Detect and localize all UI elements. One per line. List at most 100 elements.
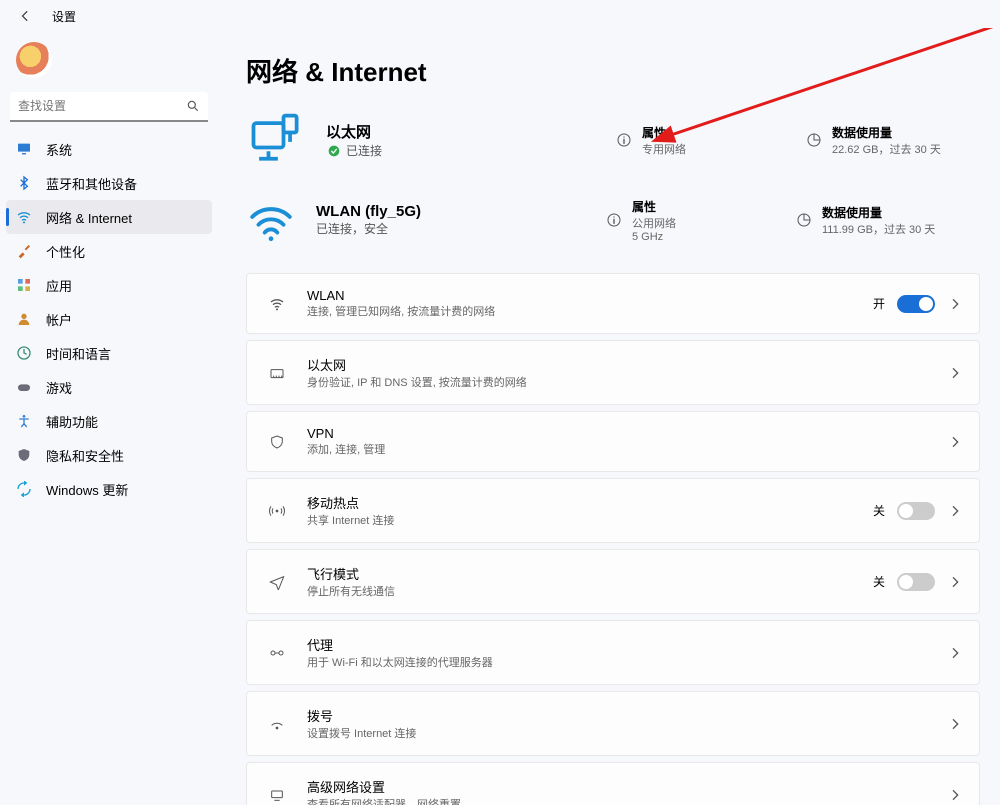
sidebar-item-5[interactable]: 帐户 bbox=[6, 302, 212, 336]
sidebar-item-label: 个性化 bbox=[46, 242, 85, 261]
sidebar-item-label: 帐户 bbox=[46, 310, 72, 329]
sidebar-item-6[interactable]: 时间和语言 bbox=[6, 336, 212, 370]
row-title: 以太网 bbox=[307, 355, 947, 374]
chevron-right-icon bbox=[947, 574, 963, 590]
titlebar: 设置 bbox=[0, 0, 1000, 28]
settings-row-4[interactable]: 飞行模式 停止所有无线通信 关 bbox=[246, 549, 980, 614]
pie-icon bbox=[796, 212, 812, 228]
toggle-switch[interactable] bbox=[897, 295, 935, 313]
globe-clock-icon bbox=[16, 345, 32, 361]
row-subtitle: 停止所有无线通信 bbox=[307, 583, 873, 599]
sidebar-item-label: 蓝牙和其他设备 bbox=[46, 174, 137, 193]
settings-row-7[interactable]: 高级网络设置 查看所有网络适配器，网络重置 bbox=[246, 762, 980, 805]
update-icon bbox=[16, 481, 32, 497]
connection-title: WLAN (fly_5G) bbox=[316, 203, 586, 220]
toggle-state-label: 关 bbox=[873, 573, 885, 590]
row-subtitle: 添加, 连接, 管理 bbox=[307, 441, 947, 457]
person-icon bbox=[16, 311, 32, 327]
sidebar-item-0[interactable]: 系统 bbox=[6, 132, 212, 166]
row-subtitle: 用于 Wi-Fi 和以太网连接的代理服务器 bbox=[307, 654, 947, 670]
proxy-icon bbox=[263, 645, 291, 661]
settings-row-0[interactable]: WLAN 连接, 管理已知网络, 按流量计费的网络 开 bbox=[246, 273, 980, 334]
wifi-icon bbox=[16, 209, 32, 225]
row-title: 移动热点 bbox=[307, 493, 873, 512]
data-usage-link[interactable]: 数据使用量 22.62 GB，过去 30 天 bbox=[806, 124, 1000, 157]
toggle-state-label: 开 bbox=[873, 295, 885, 312]
chevron-right-icon bbox=[947, 645, 963, 661]
sidebar-item-1[interactable]: 蓝牙和其他设备 bbox=[6, 166, 212, 200]
main-content: 网络 & Internet 以太网 已连接 属性 专用网络 数据使用量 22.6… bbox=[218, 28, 1000, 805]
row-title: 飞行模式 bbox=[307, 564, 873, 583]
wifi-icon bbox=[263, 296, 291, 312]
sidebar-item-label: Windows 更新 bbox=[46, 480, 128, 499]
chevron-right-icon bbox=[947, 503, 963, 519]
ethernet-icon bbox=[263, 365, 291, 381]
settings-row-3[interactable]: 移动热点 共享 Internet 连接 关 bbox=[246, 478, 980, 543]
properties-link[interactable]: 属性 公用网络 5 GHz bbox=[606, 198, 776, 243]
settings-row-2[interactable]: VPN 添加, 连接, 管理 bbox=[246, 411, 980, 472]
display-icon bbox=[16, 141, 32, 157]
chevron-right-icon bbox=[947, 296, 963, 312]
wifi-connection-card: WLAN (fly_5G) 已连接，安全 属性 公用网络 5 GHz 数据使用量… bbox=[246, 183, 980, 263]
sidebar-item-10[interactable]: Windows 更新 bbox=[6, 472, 212, 506]
chevron-right-icon bbox=[947, 787, 963, 803]
sidebar-item-label: 应用 bbox=[46, 276, 72, 295]
arrow-left-icon bbox=[19, 9, 33, 23]
dialup-icon bbox=[263, 716, 291, 732]
row-title: VPN bbox=[307, 426, 947, 441]
sidebar-item-9[interactable]: 隐私和安全性 bbox=[6, 438, 212, 472]
sidebar-item-4[interactable]: 应用 bbox=[6, 268, 212, 302]
toggle-switch[interactable] bbox=[897, 502, 935, 520]
connection-status: 已连接 bbox=[326, 142, 596, 160]
ethernet-icon bbox=[246, 109, 306, 171]
sidebar-nav: 系统蓝牙和其他设备网络 & Internet 个性化应用帐户时间和语言游戏辅助功能… bbox=[6, 132, 212, 506]
chevron-right-icon bbox=[947, 716, 963, 732]
chevron-right-icon bbox=[947, 365, 963, 381]
connection-title: 以太网 bbox=[326, 121, 596, 142]
sidebar-item-label: 游戏 bbox=[46, 378, 72, 397]
bluetooth-icon bbox=[16, 175, 32, 191]
search-icon bbox=[186, 99, 200, 113]
row-subtitle: 设置拨号 Internet 连接 bbox=[307, 725, 947, 741]
row-subtitle: 身份验证, IP 和 DNS 设置, 按流量计费的网络 bbox=[307, 374, 947, 390]
user-avatar[interactable] bbox=[16, 42, 52, 78]
row-title: WLAN bbox=[307, 288, 873, 303]
sidebar-item-label: 网络 & Internet bbox=[46, 208, 132, 227]
search-input[interactable] bbox=[10, 92, 208, 122]
toggle-state-label: 关 bbox=[873, 502, 885, 519]
game-icon bbox=[16, 379, 32, 395]
back-button[interactable] bbox=[14, 4, 38, 28]
connection-status: 已连接，安全 bbox=[316, 220, 586, 237]
apps-icon bbox=[16, 277, 32, 293]
sidebar: 系统蓝牙和其他设备网络 & Internet 个性化应用帐户时间和语言游戏辅助功能… bbox=[0, 28, 218, 805]
sidebar-item-label: 系统 bbox=[46, 140, 72, 159]
row-title: 高级网络设置 bbox=[307, 777, 947, 796]
settings-row-5[interactable]: 代理 用于 Wi-Fi 和以太网连接的代理服务器 bbox=[246, 620, 980, 685]
sidebar-item-label: 隐私和安全性 bbox=[46, 446, 124, 465]
pie-icon bbox=[806, 132, 822, 148]
shield-icon bbox=[16, 447, 32, 463]
info-icon bbox=[616, 132, 632, 148]
sidebar-item-label: 辅助功能 bbox=[46, 412, 98, 431]
row-title: 拨号 bbox=[307, 706, 947, 725]
sidebar-item-7[interactable]: 游戏 bbox=[6, 370, 212, 404]
chevron-right-icon bbox=[947, 434, 963, 450]
row-subtitle: 查看所有网络适配器，网络重置 bbox=[307, 796, 947, 805]
row-subtitle: 共享 Internet 连接 bbox=[307, 512, 873, 528]
search-wrap bbox=[10, 92, 208, 122]
brush-icon bbox=[16, 243, 32, 259]
advanced-net-icon bbox=[263, 787, 291, 803]
sidebar-item-8[interactable]: 辅助功能 bbox=[6, 404, 212, 438]
toggle-switch[interactable] bbox=[897, 573, 935, 591]
shield-outline-icon bbox=[263, 434, 291, 450]
hotspot-icon bbox=[263, 503, 291, 519]
settings-row-1[interactable]: 以太网 身份验证, IP 和 DNS 设置, 按流量计费的网络 bbox=[246, 340, 980, 405]
accessibility-icon bbox=[16, 413, 32, 429]
settings-row-6[interactable]: 拨号 设置拨号 Internet 连接 bbox=[246, 691, 980, 756]
airplane-icon bbox=[263, 574, 291, 590]
sidebar-item-2[interactable]: 网络 & Internet bbox=[6, 200, 212, 234]
properties-link[interactable]: 属性 专用网络 bbox=[616, 124, 786, 157]
row-title: 代理 bbox=[307, 635, 947, 654]
data-usage-link[interactable]: 数据使用量 111.99 GB，过去 30 天 bbox=[796, 204, 996, 237]
sidebar-item-3[interactable]: 个性化 bbox=[6, 234, 212, 268]
